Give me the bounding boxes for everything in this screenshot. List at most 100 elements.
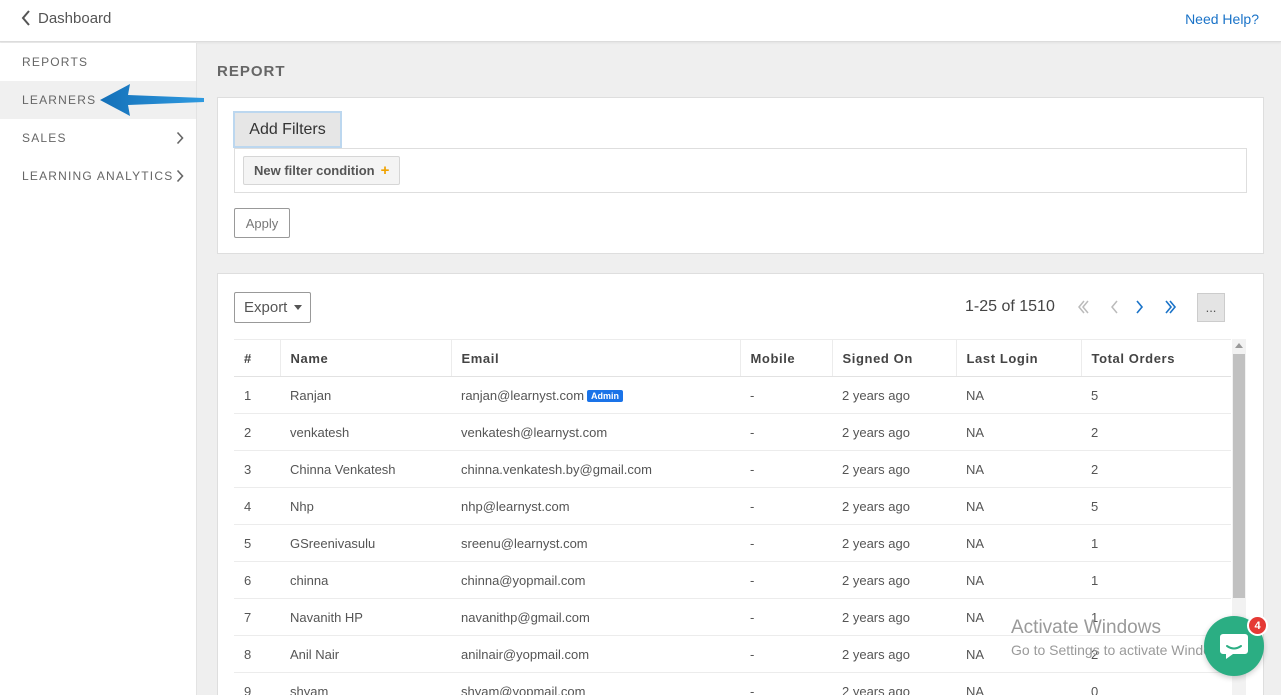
sidebar-item-label: REPORTS — [22, 55, 89, 69]
cell-name: Chinna Venkatesh — [280, 450, 451, 488]
table-header-row: # Name Email Mobile Signed On Last Login… — [234, 339, 1231, 377]
cell-mobile: - — [740, 598, 832, 636]
export-label: Export — [244, 299, 288, 316]
cell-mobile: - — [740, 487, 832, 525]
sidebar-item-reports[interactable]: REPORTS — [0, 43, 196, 81]
cell-total-orders: 5 — [1081, 487, 1231, 525]
apply-button[interactable]: Apply — [234, 208, 290, 238]
table-row[interactable]: 4 Nhp nhp@learnyst.com - 2 years ago NA … — [234, 487, 1231, 525]
cell-last-login: NA — [956, 561, 1081, 599]
cell-signed-on: 2 years ago — [832, 561, 956, 599]
cell-signed-on: 2 years ago — [832, 524, 956, 562]
chevron-right-icon — [176, 169, 184, 183]
table-row[interactable]: 6 chinna chinna@yopmail.com - 2 years ag… — [234, 561, 1231, 599]
column-header-number[interactable]: # — [234, 339, 281, 377]
sidebar-item-label: SALES — [22, 131, 67, 145]
cell-signed-on: 2 years ago — [832, 413, 956, 451]
table-row[interactable]: 9 shyam shyam@yopmail.com - 2 years ago … — [234, 672, 1231, 695]
cell-total-orders: 1 — [1081, 561, 1231, 599]
scroll-up-icon[interactable] — [1235, 343, 1243, 348]
column-header-mobile[interactable]: Mobile — [740, 339, 833, 377]
cell-name: venkatesh — [280, 413, 451, 451]
cell-email: shyam@yopmail.com — [451, 672, 740, 695]
column-header-total-orders[interactable]: Total Orders — [1081, 339, 1231, 377]
cell-number: 2 — [234, 413, 280, 451]
top-bar: Dashboard Need Help? — [0, 0, 1281, 42]
column-header-signed-on[interactable]: Signed On — [832, 339, 957, 377]
cell-total-orders: 5 — [1081, 376, 1231, 414]
cell-number: 7 — [234, 598, 280, 636]
cell-name: chinna — [280, 561, 451, 599]
sidebar-item-learning-analytics[interactable]: LEARNING ANALYTICS — [0, 157, 196, 195]
cell-last-login: NA — [956, 487, 1081, 525]
cell-name: shyam — [280, 672, 451, 695]
more-options-button[interactable]: ... — [1197, 293, 1225, 322]
column-header-last-login[interactable]: Last Login — [956, 339, 1082, 377]
column-header-email[interactable]: Email — [451, 339, 741, 377]
scrollbar-thumb[interactable] — [1233, 354, 1245, 598]
cell-number: 5 — [234, 524, 280, 562]
chat-bubble-icon — [1220, 634, 1248, 659]
add-filters-button[interactable]: Add Filters — [233, 111, 342, 148]
cell-mobile: - — [740, 635, 832, 673]
need-help-link[interactable]: Need Help? — [1185, 11, 1259, 27]
cell-signed-on: 2 years ago — [832, 598, 956, 636]
cell-total-orders: 2 — [1081, 450, 1231, 488]
admin-badge: Admin — [587, 390, 624, 403]
cell-name: Anil Nair — [280, 635, 451, 673]
sidebar: REPORTS LEARNERS SALES LEARNING ANALYTIC… — [0, 43, 197, 695]
cell-mobile: - — [740, 561, 832, 599]
last-page-icon[interactable] — [1163, 296, 1179, 318]
cell-email-text: ranjan@learnyst.com — [461, 387, 585, 403]
cell-total-orders: 2 — [1081, 413, 1231, 451]
cell-mobile: - — [740, 524, 832, 562]
cell-number: 1 — [234, 376, 280, 414]
windows-activation-watermark: Activate Windows Go to Settings to activ… — [1011, 617, 1232, 658]
column-header-name[interactable]: Name — [280, 339, 452, 377]
sidebar-item-label: LEARNERS — [22, 93, 97, 107]
table-row[interactable]: 3 Chinna Venkatesh chinna.venkatesh.by@g… — [234, 450, 1231, 488]
new-filter-condition-button[interactable]: New filter condition + — [243, 156, 401, 185]
cell-signed-on: 2 years ago — [832, 672, 956, 695]
cell-email: anilnair@yopmail.com — [451, 635, 740, 673]
cell-email: ranjan@learnyst.com Admin — [451, 376, 740, 414]
plus-icon: + — [380, 162, 390, 179]
watermark-title: Activate Windows — [1011, 617, 1161, 638]
chat-notification-badge: 4 — [1247, 615, 1268, 636]
cell-last-login: NA — [956, 413, 1081, 451]
table-row[interactable]: 1 Ranjan ranjan@learnyst.com Admin - 2 ye… — [234, 376, 1231, 414]
page-title: REPORT — [217, 63, 286, 80]
cell-last-login: NA — [956, 450, 1081, 488]
back-label: Dashboard — [38, 9, 112, 27]
pagination-range: 1-25 of 1510 — [965, 298, 1055, 315]
chevron-left-icon — [21, 10, 30, 26]
first-page-icon[interactable] — [1075, 296, 1091, 318]
cell-number: 3 — [234, 450, 280, 488]
cell-total-orders: 0 — [1081, 672, 1231, 695]
cell-mobile: - — [740, 413, 832, 451]
cell-number: 8 — [234, 635, 280, 673]
filter-conditions-box: New filter condition + — [234, 148, 1247, 193]
table-row[interactable]: 2 venkatesh venkatesh@learnyst.com - 2 y… — [234, 413, 1231, 451]
cell-name: Navanith HP — [280, 598, 451, 636]
back-to-dashboard-link[interactable]: Dashboard — [20, 9, 111, 27]
cell-email: navanithp@gmail.com — [451, 598, 740, 636]
cell-last-login: NA — [956, 376, 1081, 414]
cell-signed-on: 2 years ago — [832, 376, 956, 414]
cell-number: 6 — [234, 561, 280, 599]
previous-page-icon[interactable] — [1107, 296, 1123, 318]
cell-email: nhp@learnyst.com — [451, 487, 740, 525]
export-dropdown[interactable]: Export — [234, 292, 311, 323]
cell-signed-on: 2 years ago — [832, 487, 956, 525]
caret-down-icon — [294, 305, 303, 310]
cell-name: Nhp — [280, 487, 451, 525]
table-row[interactable]: 5 GSreenivasulu sreenu@learnyst.com - 2 … — [234, 524, 1231, 562]
cell-number: 9 — [234, 672, 280, 695]
cell-number: 4 — [234, 487, 280, 525]
cell-total-orders: 1 — [1081, 524, 1231, 562]
cell-email: chinna.venkatesh.by@gmail.com — [451, 450, 740, 488]
next-page-icon[interactable] — [1131, 296, 1147, 318]
watermark-subtitle: Go to Settings to activate Windows. — [1011, 642, 1232, 658]
filter-panel: Add Filters New filter condition + Apply — [217, 97, 1264, 254]
sidebar-item-sales[interactable]: SALES — [0, 119, 196, 157]
